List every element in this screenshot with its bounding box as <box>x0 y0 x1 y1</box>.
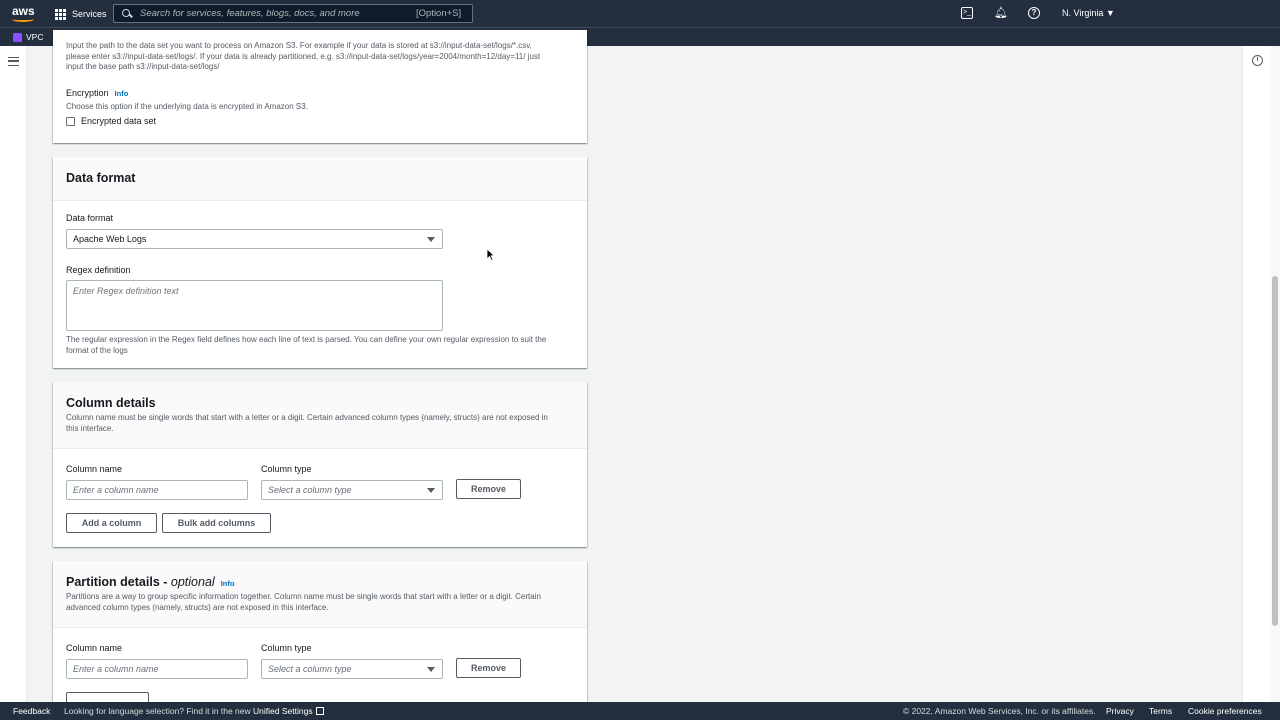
partition-column-type-select[interactable]: Select a column type <box>261 659 443 679</box>
data-format-select[interactable]: Apache Web Logs <box>66 229 443 249</box>
services-label: Services <box>72 9 107 19</box>
data-format-title: Data format <box>66 171 136 185</box>
service-icon <box>13 32 22 42</box>
column-details-header: Column details Column name must be singl… <box>53 382 587 449</box>
language-notice-text: Looking for language selection? Find it … <box>64 706 251 716</box>
search-bar[interactable]: [Option+S] <box>113 4 473 23</box>
column-name-label: Column name <box>66 464 123 474</box>
column-details-description: Column name must be single words that st… <box>66 413 574 434</box>
regex-help-line: format of the logs <box>66 345 128 355</box>
info-circle-icon[interactable]: i <box>1252 55 1263 66</box>
language-notice: Looking for language selection? Find it … <box>64 706 324 716</box>
data-location-panel: Input the path to the data set you want … <box>53 30 587 143</box>
page-scrollbar[interactable] <box>1270 46 1280 702</box>
caret-down-icon <box>427 237 435 242</box>
partition-description-line: Partitions are a way to group specific i… <box>66 592 541 601</box>
console-footer: Feedback Looking for language selection?… <box>0 702 1280 720</box>
help-icon[interactable]: ? <box>1028 7 1040 19</box>
side-navigation <box>0 46 27 702</box>
location-description-line: input the base path s3://input-data-set/… <box>66 62 220 71</box>
unified-settings-link[interactable]: Unified Settings <box>253 706 324 716</box>
regex-help-line: The regular expression in the Regex fiel… <box>66 335 547 344</box>
location-description-line: please enter s3://input-data-set/logs/. … <box>66 51 541 61</box>
partition-details-title: Partition details - <box>66 575 171 589</box>
column-type-label: Column type <box>261 464 312 474</box>
partition-column-type-placeholder: Select a column type <box>268 664 352 674</box>
partition-info-link[interactable]: Info <box>221 579 235 588</box>
terms-link[interactable]: Terms <box>1149 706 1172 716</box>
column-name-input[interactable] <box>66 480 248 500</box>
cloudshell-icon[interactable]: >_ <box>961 7 973 19</box>
services-menu-button[interactable]: Services <box>55 6 107 22</box>
feedback-link[interactable]: Feedback <box>13 706 50 716</box>
grid-icon <box>55 8 66 20</box>
column-type-select[interactable]: Select a column type <box>261 480 443 500</box>
copyright-text: © 2022, Amazon Web Services, Inc. or its… <box>903 706 1096 716</box>
search-icon <box>122 8 132 19</box>
partition-details-description: Partitions are a way to group specific i… <box>66 592 574 613</box>
search-input[interactable] <box>140 8 410 19</box>
unified-settings-label: Unified Settings <box>253 706 313 716</box>
column-details-description-line: Column name must be single words that st… <box>66 413 548 422</box>
bulk-add-columns-button[interactable]: Bulk add columns <box>162 513 271 533</box>
caret-down-icon <box>427 488 435 493</box>
add-column-button[interactable]: Add a column <box>66 513 157 533</box>
partition-column-type-label: Column type <box>261 643 312 653</box>
region-selector[interactable]: N. Virginia ▼ <box>1062 8 1115 18</box>
partition-description-line: advanced column types (namely, structs) … <box>66 602 329 612</box>
partition-details-panel: Partition details - optional Info Partit… <box>53 561 587 712</box>
encryption-label-row: Encryption Info <box>66 88 128 98</box>
external-link-icon <box>315 707 324 715</box>
partition-column-name-label: Column name <box>66 643 123 653</box>
column-details-title: Column details <box>66 396 156 410</box>
partition-column-name-input[interactable] <box>66 659 248 679</box>
help-panel-rail: i <box>1242 46 1270 702</box>
encrypted-data-set-label: Encrypted data set <box>81 116 157 126</box>
partition-details-title-row: Partition details - optional Info <box>66 575 574 589</box>
column-type-placeholder: Select a column type <box>268 485 352 495</box>
caret-down-icon <box>427 667 435 672</box>
data-format-label: Data format <box>66 213 114 223</box>
search-shortcut-hint: [Option+S] <box>416 8 462 19</box>
scrollbar-thumb[interactable] <box>1272 276 1278 626</box>
aws-logo[interactable]: aws <box>12 4 35 22</box>
data-format-header: Data format <box>53 157 587 201</box>
cookie-preferences-link[interactable]: Cookie preferences <box>1188 706 1262 716</box>
hamburger-menu-icon[interactable] <box>8 57 19 66</box>
bell-icon[interactable]: 🔔︎ <box>994 7 1008 19</box>
regex-definition-textarea[interactable] <box>66 280 443 331</box>
encrypted-data-set-checkbox[interactable] <box>66 116 75 126</box>
encryption-description: Choose this option if the underlying dat… <box>66 102 308 111</box>
optional-label: optional <box>170 575 215 589</box>
remove-column-button[interactable]: Remove <box>456 479 521 499</box>
data-format-value: Apache Web Logs <box>73 234 147 244</box>
encrypted-data-set-option[interactable]: Encrypted data set <box>66 116 156 126</box>
column-details-panel: Column details Column name must be singl… <box>53 382 587 547</box>
regex-definition-label: Regex definition <box>66 265 131 275</box>
location-description: Input the path to the data set you want … <box>66 41 581 73</box>
remove-partition-button[interactable]: Remove <box>456 658 521 678</box>
privacy-link[interactable]: Privacy <box>1106 706 1134 716</box>
mouse-cursor-icon <box>486 248 495 261</box>
aws-smile-icon <box>12 17 34 22</box>
encryption-label: Encryption <box>66 88 109 98</box>
data-format-panel: Data format Data format Apache Web Logs … <box>53 157 587 368</box>
partition-details-header: Partition details - optional Info Partit… <box>53 561 587 628</box>
aws-logo-text: aws <box>12 4 35 18</box>
top-navigation: aws Services [Option+S] >_ 🔔︎ ? N. Virgi… <box>0 0 1280 27</box>
favorite-label: VPC <box>26 32 44 42</box>
favorite-vpc[interactable]: VPC <box>13 32 43 42</box>
encryption-info-link[interactable]: Info <box>115 89 129 98</box>
column-details-description-line: this interface. <box>66 423 114 433</box>
location-description-line: Input the path to the data set you want … <box>66 41 532 50</box>
regex-help-text: The regular expression in the Regex fiel… <box>66 335 576 356</box>
